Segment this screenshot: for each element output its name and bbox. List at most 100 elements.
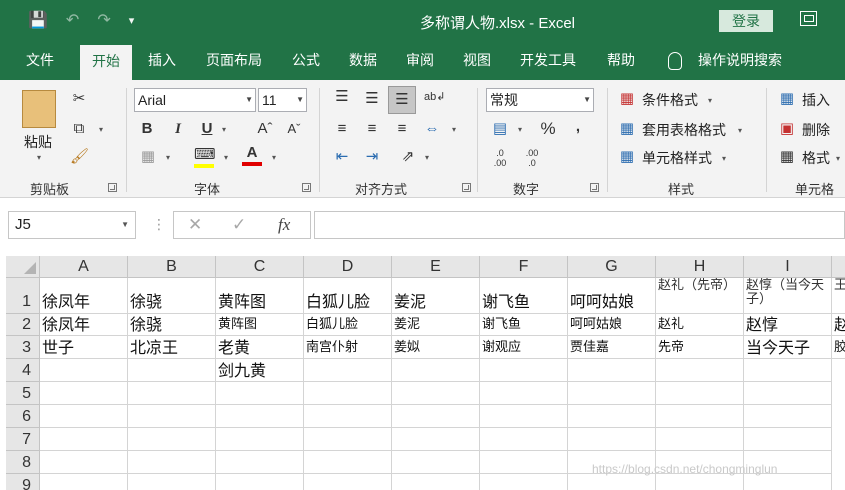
insert-function-icon[interactable]: fx bbox=[278, 215, 290, 235]
cancel-icon[interactable]: ✕ bbox=[188, 215, 202, 235]
cell-h2[interactable]: 赵礼 bbox=[656, 314, 744, 336]
align-right-icon[interactable]: ≡ bbox=[392, 120, 412, 138]
format-painter-icon[interactable]: 🖌 bbox=[70, 148, 89, 166]
number-launcher-icon[interactable] bbox=[590, 183, 599, 192]
conditional-format-button[interactable]: 条件格式 bbox=[642, 90, 698, 110]
cell-a1[interactable]: 徐凤年 bbox=[40, 278, 128, 314]
cell-e1[interactable]: 姜泥 bbox=[392, 278, 480, 314]
cell-c2[interactable]: 黄阵图 bbox=[216, 314, 304, 336]
row-header-9[interactable]: 9 bbox=[6, 474, 40, 490]
cell-g5[interactable] bbox=[568, 382, 656, 405]
enter-icon[interactable]: ✓ bbox=[232, 215, 246, 235]
row-header-1[interactable]: 1 bbox=[6, 278, 40, 314]
row-header-7[interactable]: 7 bbox=[6, 428, 40, 451]
cell-c3[interactable]: 老黄 bbox=[216, 336, 304, 359]
cell-i4[interactable] bbox=[744, 359, 832, 382]
format-cells-icon[interactable]: ▦ bbox=[778, 148, 796, 166]
ribbon-display-options-icon[interactable] bbox=[800, 11, 817, 26]
orientation-dropdown-icon[interactable]: ▾ bbox=[425, 153, 429, 162]
login-button[interactable]: 登录 bbox=[719, 10, 773, 32]
column-header-h[interactable]: H bbox=[656, 256, 744, 278]
cell-i7[interactable] bbox=[744, 428, 832, 451]
clipboard-launcher-icon[interactable] bbox=[108, 183, 117, 192]
cell-i9[interactable] bbox=[744, 474, 832, 490]
cut-icon[interactable]: ✂ bbox=[70, 90, 88, 108]
cell-style-icon[interactable]: ▦ bbox=[618, 148, 636, 166]
decrease-decimal-icon[interactable]: .00.0 bbox=[520, 148, 544, 168]
tab-file[interactable]: 文件 bbox=[26, 42, 54, 80]
cell-g9[interactable] bbox=[568, 474, 656, 490]
cell-f4[interactable] bbox=[480, 359, 568, 382]
cell-style-dropdown-icon[interactable]: ▾ bbox=[722, 154, 726, 163]
cell-b9[interactable] bbox=[128, 474, 216, 490]
cell-b1[interactable]: 徐骁 bbox=[128, 278, 216, 314]
cell-d6[interactable] bbox=[304, 405, 392, 428]
paste-label[interactable]: 粘贴 bbox=[24, 132, 52, 152]
cell-i3[interactable]: 当今天子 bbox=[744, 336, 832, 359]
cell-a4[interactable] bbox=[40, 359, 128, 382]
cell-f5[interactable] bbox=[480, 382, 568, 405]
alignment-launcher-icon[interactable] bbox=[462, 183, 471, 192]
cell-i1[interactable]: 赵惇（当今天子） bbox=[744, 278, 832, 314]
column-header-g[interactable]: G bbox=[568, 256, 656, 278]
cell-h5[interactable] bbox=[656, 382, 744, 405]
paste-dropdown-icon[interactable]: ▾ bbox=[37, 153, 41, 162]
row-header-3[interactable]: 3 bbox=[6, 336, 40, 359]
cell-h9[interactable] bbox=[656, 474, 744, 490]
table-format-dropdown-icon[interactable]: ▾ bbox=[738, 126, 742, 135]
cell-e8[interactable] bbox=[392, 451, 480, 474]
row-header-4[interactable]: 4 bbox=[6, 359, 40, 382]
formula-input[interactable] bbox=[314, 211, 845, 239]
decrease-indent-icon[interactable]: ⇤ bbox=[332, 148, 352, 166]
cell-a2[interactable]: 徐凤年 bbox=[40, 314, 128, 336]
tab-formulas[interactable]: 公式 bbox=[292, 42, 320, 80]
cell-c5[interactable] bbox=[216, 382, 304, 405]
cell-h4[interactable] bbox=[656, 359, 744, 382]
conditional-format-dropdown-icon[interactable]: ▾ bbox=[708, 96, 712, 105]
tab-page-layout[interactable]: 页面布局 bbox=[206, 42, 262, 80]
align-center-icon[interactable]: ≡ bbox=[362, 120, 382, 138]
table-format-icon[interactable]: ▦ bbox=[618, 120, 636, 138]
chevron-down-icon[interactable]: ▼ bbox=[121, 212, 129, 238]
cell-e4[interactable] bbox=[392, 359, 480, 382]
cell-g2[interactable]: 呵呵姑娘 bbox=[568, 314, 656, 336]
save-icon[interactable]: 💾 bbox=[28, 10, 48, 30]
cell-g4[interactable] bbox=[568, 359, 656, 382]
insert-cells-icon[interactable]: ▦ bbox=[778, 90, 796, 108]
column-header-f[interactable]: F bbox=[480, 256, 568, 278]
conditional-format-icon[interactable]: ▦ bbox=[618, 90, 636, 108]
cell-c9[interactable] bbox=[216, 474, 304, 490]
row-header-8[interactable]: 8 bbox=[6, 451, 40, 474]
wrap-text-icon[interactable]: ab↲ bbox=[424, 88, 445, 106]
cell-i6[interactable] bbox=[744, 405, 832, 428]
delete-cells-button[interactable]: 删除 bbox=[802, 120, 830, 140]
cell-d3[interactable]: 南宫仆射 bbox=[304, 336, 392, 359]
select-all-button[interactable] bbox=[6, 256, 40, 278]
row-header-5[interactable]: 5 bbox=[6, 382, 40, 405]
cell-a7[interactable] bbox=[40, 428, 128, 451]
fill-color-dropdown-icon[interactable]: ▾ bbox=[224, 153, 228, 162]
cell-f3[interactable]: 谢观应 bbox=[480, 336, 568, 359]
cell-h7[interactable] bbox=[656, 428, 744, 451]
cell-e9[interactable] bbox=[392, 474, 480, 490]
tab-insert[interactable]: 插入 bbox=[148, 42, 176, 80]
cell-g6[interactable] bbox=[568, 405, 656, 428]
cell-a5[interactable] bbox=[40, 382, 128, 405]
cell-f6[interactable] bbox=[480, 405, 568, 428]
column-header-c[interactable]: C bbox=[216, 256, 304, 278]
column-header-d[interactable]: D bbox=[304, 256, 392, 278]
cell-c4[interactable]: 剑九黄 bbox=[216, 359, 304, 382]
insert-cells-button[interactable]: 插入 bbox=[802, 90, 830, 110]
cell-b4[interactable] bbox=[128, 359, 216, 382]
cell-d1[interactable]: 白狐儿脸 bbox=[304, 278, 392, 314]
undo-icon[interactable]: ↶ bbox=[66, 10, 79, 30]
cell-a3[interactable]: 世子 bbox=[40, 336, 128, 359]
merge-dropdown-icon[interactable]: ▾ bbox=[452, 125, 456, 134]
cell-h6[interactable] bbox=[656, 405, 744, 428]
font-color-dropdown-icon[interactable]: ▾ bbox=[272, 153, 276, 162]
column-header-b[interactable]: B bbox=[128, 256, 216, 278]
percent-icon[interactable]: % bbox=[538, 120, 558, 138]
align-top-icon[interactable]: ☰ bbox=[332, 88, 352, 106]
cell-j3[interactable]: 胶 bbox=[832, 336, 845, 359]
column-header-e[interactable]: E bbox=[392, 256, 480, 278]
